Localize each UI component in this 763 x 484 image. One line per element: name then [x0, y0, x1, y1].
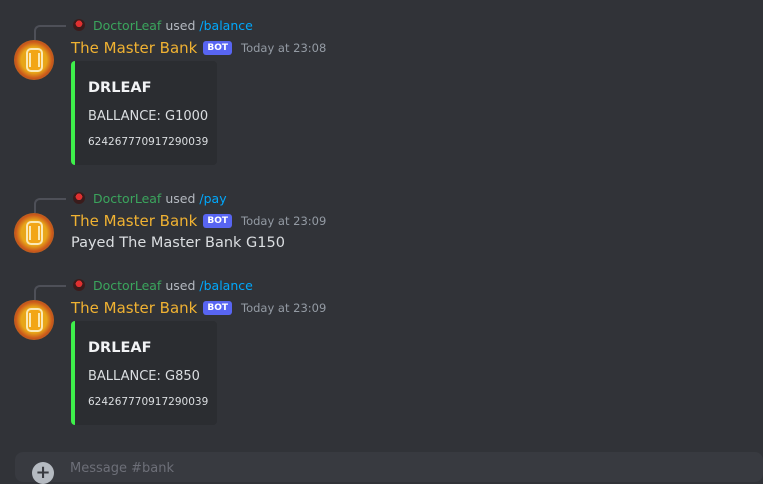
barrel-icon	[25, 48, 43, 72]
author-name[interactable]: The Master Bank	[71, 212, 197, 230]
avatar[interactable]	[14, 300, 54, 340]
bot-badge: BOT	[203, 41, 232, 55]
avatar[interactable]	[14, 213, 54, 253]
reply-context[interactable]: DoctorLeaf used /balance	[73, 277, 253, 293]
embed-title: DRLEAF	[88, 340, 152, 356]
plus-circle-icon[interactable]: +	[32, 462, 54, 484]
embed: DRLEAF BALLANCE: G850 624267770917290039	[71, 321, 217, 425]
reply-context[interactable]: DoctorLeaf used /balance	[73, 17, 253, 33]
reply-used-text: used	[165, 190, 196, 206]
reply-connector	[34, 285, 66, 300]
timestamp[interactable]: Today at 23:08	[241, 41, 326, 55]
embed-footer: 624267770917290039	[88, 396, 209, 408]
barrel-icon	[25, 221, 43, 245]
reply-command[interactable]: /balance	[199, 278, 252, 293]
reply-username[interactable]: DoctorLeaf	[93, 191, 161, 206]
embed-description: BALLANCE: G850	[88, 369, 200, 384]
message-composer[interactable]: + Message #bank	[15, 452, 763, 484]
reply-context[interactable]: DoctorLeaf used /pay	[73, 190, 227, 206]
reply-used-text: used	[165, 17, 196, 33]
message-input[interactable]: Message #bank	[70, 461, 174, 476]
timestamp[interactable]: Today at 23:09	[241, 301, 326, 315]
reply-connector	[34, 25, 66, 40]
reply-avatar[interactable]	[73, 19, 85, 31]
barrel-icon	[25, 308, 43, 332]
message-header: The Master Bank BOT Today at 23:09	[71, 211, 326, 231]
embed: DRLEAF BALLANCE: G1000 62426777091729003…	[71, 61, 217, 165]
author-name[interactable]: The Master Bank	[71, 39, 197, 57]
reply-connector	[34, 198, 66, 213]
reply-avatar[interactable]	[73, 279, 85, 291]
bot-badge: BOT	[203, 301, 232, 315]
embed-footer: 624267770917290039	[88, 136, 209, 148]
reply-command[interactable]: /balance	[199, 18, 252, 33]
message-header: The Master Bank BOT Today at 23:08	[71, 38, 326, 58]
message-header: The Master Bank BOT Today at 23:09	[71, 298, 326, 318]
bot-badge: BOT	[203, 214, 232, 228]
reply-username[interactable]: DoctorLeaf	[93, 18, 161, 33]
embed-title: DRLEAF	[88, 80, 152, 96]
avatar[interactable]	[14, 40, 54, 80]
embed-description: BALLANCE: G1000	[88, 109, 209, 124]
author-name[interactable]: The Master Bank	[71, 299, 197, 317]
reply-command[interactable]: /pay	[199, 191, 226, 206]
reply-username[interactable]: DoctorLeaf	[93, 278, 161, 293]
timestamp[interactable]: Today at 23:09	[241, 214, 326, 228]
message-content: Payed The Master Bank G150	[71, 235, 285, 251]
reply-avatar[interactable]	[73, 192, 85, 204]
reply-used-text: used	[165, 277, 196, 293]
